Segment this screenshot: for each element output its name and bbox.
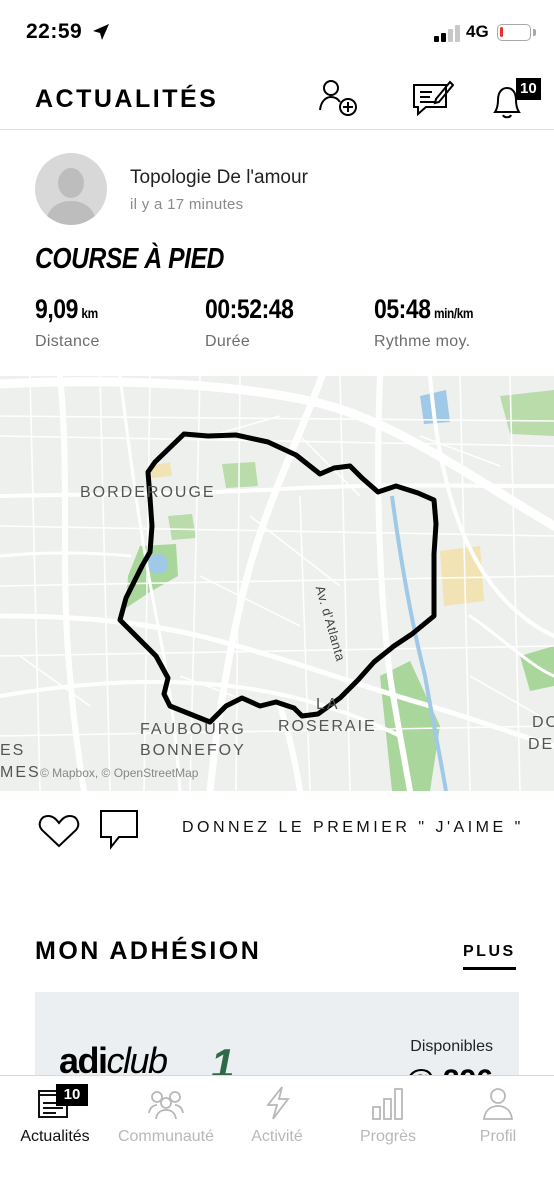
tab-label: Actualités xyxy=(20,1128,90,1145)
tab-badge: 10 xyxy=(56,1084,88,1106)
status-time: 22:59 xyxy=(26,20,83,43)
tab-label: Profil xyxy=(479,1128,517,1145)
reactions-row: DONNEZ LE PREMIER " J'AIME " xyxy=(0,805,554,853)
tab-bar: 10 Actualités Communauté Activité Progrè… xyxy=(0,1075,554,1199)
like-heart-icon[interactable] xyxy=(38,813,80,849)
duration-value: 00:52:48 xyxy=(205,294,294,324)
community-icon xyxy=(148,1091,184,1120)
status-bar: 22:59 4G xyxy=(0,0,554,66)
activity-type: COURSE À PIED xyxy=(35,243,224,275)
tab-progres[interactable]: Progrès xyxy=(333,1076,443,1156)
pace-label: Rythme moy. xyxy=(374,333,471,350)
add-friend-icon xyxy=(319,80,357,116)
map-background xyxy=(0,376,554,791)
location-arrow-icon xyxy=(93,24,109,40)
map-label-roseraie: ROSERAIE xyxy=(278,718,377,735)
signal-icon xyxy=(434,24,462,42)
map-label-la: LA xyxy=(316,696,340,713)
membership-more-link[interactable]: PLUS xyxy=(463,943,516,970)
map-label-bonnefoy: BONNEFOY xyxy=(140,742,246,759)
notification-badge: 10 xyxy=(516,78,541,100)
post-time: il y a 17 minutes xyxy=(130,196,244,213)
page-title: ACTUALITÉS xyxy=(35,85,219,113)
distance-value: 9,09 xyxy=(35,294,78,324)
adiclub-card[interactable]: adiclub 1 Disponibles @ 296 xyxy=(35,992,519,1082)
map-label-edge-right-1: DO xyxy=(532,714,554,731)
tab-communaute[interactable]: Communauté xyxy=(111,1076,221,1156)
battery-cap xyxy=(533,29,536,36)
bar-chart-icon xyxy=(372,1088,403,1120)
map-label-edge-left-1: ES xyxy=(0,742,26,759)
tab-label: Communauté xyxy=(117,1128,215,1145)
add-friend-button[interactable] xyxy=(316,76,360,120)
pace-unit: min/km xyxy=(433,305,474,321)
notifications-button[interactable]: 10 xyxy=(486,76,541,120)
likes-prompt[interactable]: DONNEZ LE PREMIER " J'AIME " xyxy=(182,819,524,837)
post-author[interactable]: Topologie De l'amour xyxy=(130,167,308,189)
duration-label: Durée xyxy=(205,333,251,350)
app-header: ACTUALITÉS 10 xyxy=(0,66,554,130)
points-available-label: Disponibles xyxy=(410,1038,493,1055)
map-label-edge-right-2: DE xyxy=(528,736,554,753)
route-map[interactable]: BORDEROUGE Av. d'Atlanta FAUBOURG BONNEF… xyxy=(0,376,554,791)
membership-title: MON ADHÉSION xyxy=(35,937,262,965)
distance-label: Distance xyxy=(35,333,100,350)
tab-label: Activité xyxy=(251,1128,303,1145)
map-label-edge-left-2: MES xyxy=(0,764,41,781)
distance-unit: km xyxy=(81,305,98,321)
stat-duration: 00:52:48 Durée xyxy=(205,294,309,351)
tab-actualites[interactable]: 10 Actualités xyxy=(0,1076,110,1156)
tab-activite[interactable]: Activité xyxy=(222,1076,332,1156)
map-label-faubourg: FAUBOURG xyxy=(140,721,246,738)
profile-icon xyxy=(482,1088,514,1120)
tab-label: Progrès xyxy=(359,1128,417,1145)
avatar[interactable] xyxy=(35,153,107,225)
compose-icon xyxy=(413,80,455,117)
stat-distance: 9,09 km Distance xyxy=(35,294,109,351)
person-silhouette-icon xyxy=(45,168,97,225)
map-label-borderouge: BORDEROUGE xyxy=(80,484,216,501)
map-credit: © Mapbox, © OpenStreetMap xyxy=(40,766,199,780)
network-type: 4G xyxy=(466,22,489,41)
comment-icon[interactable] xyxy=(99,809,139,851)
compose-button[interactable] xyxy=(410,76,455,120)
battery-icon xyxy=(497,24,531,41)
stat-pace: 05:48 min/km Rythme moy. xyxy=(374,294,491,351)
pace-value: 05:48 xyxy=(374,294,431,324)
tab-profil[interactable]: Profil xyxy=(443,1076,553,1156)
lightning-icon xyxy=(266,1086,290,1120)
